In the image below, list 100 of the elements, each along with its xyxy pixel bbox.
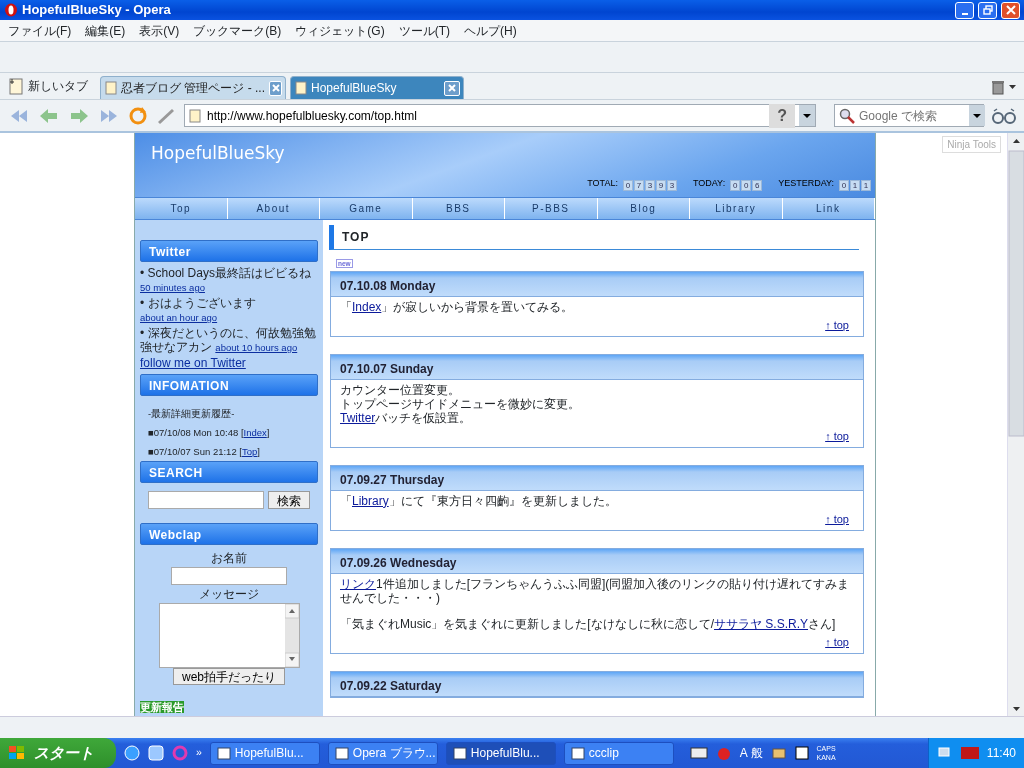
update-note: 更新報告 [140,701,184,713]
nav-link[interactable]: Top [135,197,228,219]
window-icon [334,746,349,760]
ime-mode-button[interactable]: A 般 [739,744,763,762]
taskbar-button[interactable]: ccclip [563,741,674,765]
entry-link[interactable]: Twitter [340,410,376,425]
entry-date: 07.09.27 Thursday [331,465,863,491]
field-label: メッセージ [199,586,259,603]
counter-digit: 0 [839,179,849,191]
browser-tab[interactable]: HopefulBlueSky [290,76,464,99]
entry-link[interactable]: ササラヤ S.S.R.Y [714,616,809,631]
search-bar[interactable]: Google で検索 [834,104,984,127]
pen-icon[interactable] [156,106,176,125]
tab-close-button[interactable] [444,80,460,96]
top-link[interactable]: ↑ top [825,318,849,331]
nav-link[interactable]: Library [690,197,783,219]
counter-digit: 9 [655,179,666,191]
clap-button[interactable]: web拍手だったり [173,668,285,685]
minimize-icon [961,12,968,15]
nav-link[interactable]: About [227,197,320,219]
tweet-text: • 深夜だというのに、何故勉強勉強せなアカン about 10 hours ago [140,325,317,356]
tweet-time-link[interactable]: about 10 hours ago [215,342,298,353]
new-tab-button[interactable]: 新しいタブ [8,77,88,99]
address-bar[interactable]: http://www.hopefulbluesky.com/top.html ? [184,104,816,127]
entry-date: 07.09.26 Wednesday [331,548,863,574]
menu-item[interactable]: ウィジェット(G) [295,21,385,40]
nav-link[interactable]: Link [782,197,875,219]
field-label: お名前 [211,550,247,567]
page-icon [295,81,307,95]
tools-icon[interactable] [770,745,787,761]
close-icon [448,84,456,92]
follow-link[interactable]: follow me on Twitter [140,355,246,370]
opera-logo-icon [4,3,18,17]
trash-icon[interactable] [991,79,1005,95]
taskbar-button[interactable]: HopefulBlu... [209,741,320,765]
start-button[interactable]: スタート [0,738,116,768]
tweet-time-link[interactable]: 50 minutes ago [140,282,205,293]
entry-text: トップページサイドメニューを微妙に変更。 [340,396,581,411]
search-icon [839,107,855,124]
entry-text: カウンター位置変更。 [340,382,461,397]
menu-item[interactable]: 編集(E) [85,21,126,40]
top-link[interactable]: ↑ top [825,512,849,525]
browser-icon[interactable] [124,745,140,761]
info-subheading: -最新詳細更新履歴- [148,407,236,421]
nav-link[interactable]: BBS [412,197,505,219]
nav-link[interactable]: Game [320,197,413,219]
top-link[interactable]: ↑ top [825,635,849,648]
minimize-button[interactable] [955,1,974,19]
search-input[interactable] [148,491,264,509]
menu-item[interactable]: ツール(T) [398,21,450,40]
site-title: HopefulBlueSky [151,142,286,165]
nav-link[interactable]: P-BBS [505,197,598,219]
name-input[interactable] [171,567,287,585]
counter-digit: 7 [633,179,644,191]
counter-digit: 0 [741,179,752,191]
taskbar-button[interactable]: HopefulBlu... [445,741,556,765]
glasses-icon[interactable] [992,106,1016,125]
app-icon[interactable] [148,745,164,761]
counter-digit: 0 [622,179,633,191]
section-heading: Twitter [140,239,318,262]
browser-tab[interactable]: 忍者ブログ 管理ページ - ... [100,76,286,99]
clip-icon[interactable] [172,745,188,761]
entry-link[interactable]: Index [352,299,382,314]
entry-link[interactable]: Library [352,493,389,508]
entry-link[interactable]: リンク [340,576,376,591]
message-textarea[interactable] [158,603,300,668]
restore-button[interactable] [978,1,997,19]
section-heading: SEARCH [140,461,318,483]
caret-icon[interactable] [1009,85,1016,89]
entry-text: Twitterバッチを仮設置。 [340,410,473,425]
dropdown-icon[interactable] [969,105,985,126]
menu-item[interactable]: 表示(V) [139,21,180,40]
section-heading: Webclap [140,523,318,545]
tweet-time-link[interactable]: about an hour ago [140,312,218,323]
update-entry: ■07/10/08 Mon 10:48 [Index] [148,426,271,440]
taskbar-button[interactable]: Opera ブラウ... [327,741,438,765]
section-heading: INFOMATION [140,374,318,396]
entry-date: 07.10.07 Sunday [331,354,863,380]
entry-date: 07.09.22 Saturday [331,671,863,697]
windows-logo-icon [8,745,26,761]
top-link[interactable]: ↑ top [825,429,849,442]
dropdown-icon[interactable] [799,105,815,126]
page-icon [105,81,117,95]
close-button[interactable] [1001,1,1020,19]
more-button[interactable]: » [196,745,202,761]
entry-text: 「気まぐれMusic」を気まぐれに更新しました[なけなしに秋に恋して/ササラヤ S.S.R.Yさん] [340,616,837,631]
keyboard-icon[interactable] [689,747,708,759]
close-icon [271,84,280,92]
update-entry: ■07/10/07 Sun 21:12 [Top] [148,445,261,459]
search-button[interactable]: 検索 [268,491,310,509]
menu-item[interactable]: ファイル(F) [8,21,72,40]
nav-link[interactable]: Blog [597,197,690,219]
tab-close-button[interactable] [269,80,282,96]
address-field[interactable]: http://www.hopefulbluesky.com/top.html [205,105,766,126]
menu-item[interactable]: ヘルプ(H) [464,21,517,40]
help-button[interactable]: ? [769,103,795,128]
reload-icon[interactable] [128,105,148,126]
help-icon[interactable] [794,746,809,760]
menu-item[interactable]: ブックマーク(B) [193,21,282,40]
clock: 11:40 [986,745,1016,762]
